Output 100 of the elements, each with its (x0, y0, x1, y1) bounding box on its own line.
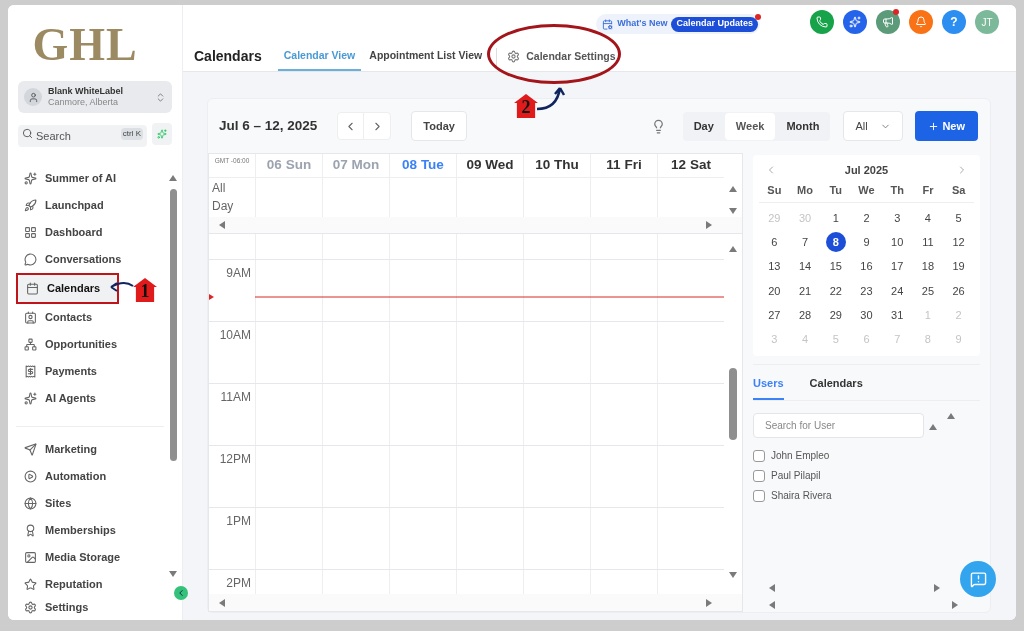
nav-item[interactable]: Reputation (16, 571, 164, 598)
today-button[interactable]: Today (411, 111, 467, 141)
scrollbar-thumb[interactable] (729, 368, 737, 440)
day-header[interactable]: 12 Sat (657, 154, 724, 177)
date-cell[interactable]: 7 (795, 232, 816, 253)
user-checkbox[interactable] (753, 489, 765, 502)
nav-item[interactable]: Automation (16, 463, 164, 490)
date-cell[interactable]: 28 (795, 305, 816, 326)
date-cell[interactable]: 15 (825, 256, 846, 277)
scroll-down-icon[interactable] (168, 569, 178, 579)
scroll-right-icon[interactable] (704, 597, 714, 608)
account-name: Blank WhiteLabel (48, 86, 124, 97)
nav-item[interactable]: Memberships (16, 517, 164, 544)
hour-label: 11AM (219, 389, 252, 406)
user-checkbox[interactable] (753, 449, 765, 462)
date-cell[interactable]: 19 (948, 256, 969, 277)
date-cell[interactable]: 16 (856, 256, 877, 277)
scroll-down-icon[interactable] (728, 570, 738, 580)
scroll-left-icon[interactable] (217, 597, 227, 608)
date-cell[interactable]: 9 (856, 232, 877, 253)
date-cell[interactable]: 20 (764, 281, 785, 302)
date-range: Jul 6 – 12, 2025 (219, 116, 318, 135)
user-checkbox[interactable] (753, 469, 765, 482)
date-cell[interactable]: 27 (764, 305, 785, 326)
sparkles-button[interactable] (843, 10, 867, 34)
date-cell[interactable]: 5 (948, 208, 969, 229)
hour-label: 1PM (225, 513, 252, 530)
date-cell[interactable]: 26 (948, 281, 969, 302)
nav-item[interactable]: Opportunities (16, 331, 164, 358)
panel-tab[interactable]: Calendars (809, 374, 863, 401)
scrollbar-thumb[interactable] (169, 189, 177, 461)
megaphone-button[interactable] (876, 10, 900, 34)
bell-button[interactable] (909, 10, 933, 34)
account-switcher[interactable]: Blank WhiteLabel Canmore, Alberta (18, 81, 172, 113)
date-cell[interactable]: 4 (917, 208, 938, 229)
view-switch-option[interactable]: Day (682, 112, 725, 140)
scroll-right-icon[interactable] (704, 220, 714, 230)
date-cell[interactable]: 11 (917, 232, 938, 253)
date-cell[interactable]: 17 (887, 256, 908, 277)
date-cell[interactable]: 30 (856, 305, 877, 326)
sparkles-icon (24, 172, 37, 185)
view-switch-option[interactable]: Month (775, 112, 831, 140)
panel-tab[interactable]: Users (753, 374, 784, 401)
nav-item[interactable]: Launchpad (16, 192, 164, 219)
nav-item[interactable]: Calendars (18, 275, 117, 302)
chevrons-icon (155, 91, 166, 103)
calendar-settings-link[interactable]: Calendar Settings (503, 42, 620, 71)
nav-item[interactable]: Media Storage (16, 544, 164, 571)
collapse-button[interactable] (174, 586, 188, 600)
date-cell[interactable]: 25 (917, 281, 938, 302)
megaphone-icon (882, 16, 894, 28)
receipt-icon (24, 365, 37, 378)
date-cell[interactable]: 21 (795, 281, 816, 302)
view-switch-option[interactable]: Week (724, 112, 776, 140)
sparkles-icon (849, 16, 861, 28)
date-cell[interactable]: 23 (856, 281, 877, 302)
date-cell[interactable]: 10 (887, 232, 908, 253)
date-cell[interactable]: 22 (825, 281, 846, 302)
nav-item[interactable]: Summer of AI (16, 165, 164, 192)
scroll-up-icon[interactable] (168, 173, 178, 183)
nav-item[interactable]: Payments (16, 358, 164, 385)
new-button[interactable]: New (915, 111, 978, 141)
month-title: Jul 2025 (844, 162, 889, 178)
day-header[interactable]: 08 Tue (389, 154, 456, 177)
date-cell[interactable]: 24 (887, 281, 908, 302)
scroll-left-icon[interactable] (217, 220, 227, 230)
user-search-field[interactable]: Search for User (753, 413, 924, 439)
hour-label: 12PM (218, 451, 252, 468)
date-cell[interactable]: 18 (917, 256, 938, 277)
date-cell[interactable]: 6 (764, 232, 785, 253)
bell-icon (915, 16, 927, 28)
date-cell[interactable]: 14 (795, 256, 816, 277)
day-header[interactable]: 09 Wed (456, 154, 523, 177)
date-cell[interactable]: 13 (764, 256, 785, 277)
date-cell[interactable]: 12 (948, 232, 969, 253)
rocket-icon (24, 199, 37, 212)
day-header[interactable]: 10 Thu (523, 154, 590, 177)
account-location: Canmore, Alberta (48, 97, 120, 108)
nav-item[interactable]: Dashboard (16, 219, 164, 246)
whats-new-banner[interactable]: What's New Calendar Updates (596, 14, 760, 34)
date-cell[interactable]: 2 (856, 208, 877, 229)
settings-nav-item[interactable]: Settings (16, 598, 164, 616)
scroll-up-icon[interactable] (728, 184, 738, 194)
date-cell[interactable]: 3 (887, 208, 908, 229)
scroll-up-icon[interactable] (728, 244, 738, 254)
weekday-label: We (857, 183, 876, 199)
view-tab[interactable]: Appointment List View (363, 42, 489, 71)
date-cell[interactable]: 31 (887, 305, 908, 326)
day-header[interactable]: 11 Fri (590, 154, 657, 177)
date-cell[interactable]: 29 (825, 305, 846, 326)
filter-dropdown[interactable]: All (843, 111, 904, 141)
nav-item[interactable]: AI Agents (16, 385, 164, 412)
phone-button[interactable] (810, 10, 834, 34)
nav-item[interactable]: Conversations (16, 246, 164, 273)
date-cell[interactable]: 1 (825, 208, 846, 229)
nav-item[interactable]: Contacts (16, 304, 164, 331)
nav-item[interactable]: Sites (16, 490, 164, 517)
nav-item[interactable]: Marketing (16, 436, 164, 463)
date-cell[interactable]: 8 (825, 232, 846, 253)
user-icon (24, 88, 42, 106)
